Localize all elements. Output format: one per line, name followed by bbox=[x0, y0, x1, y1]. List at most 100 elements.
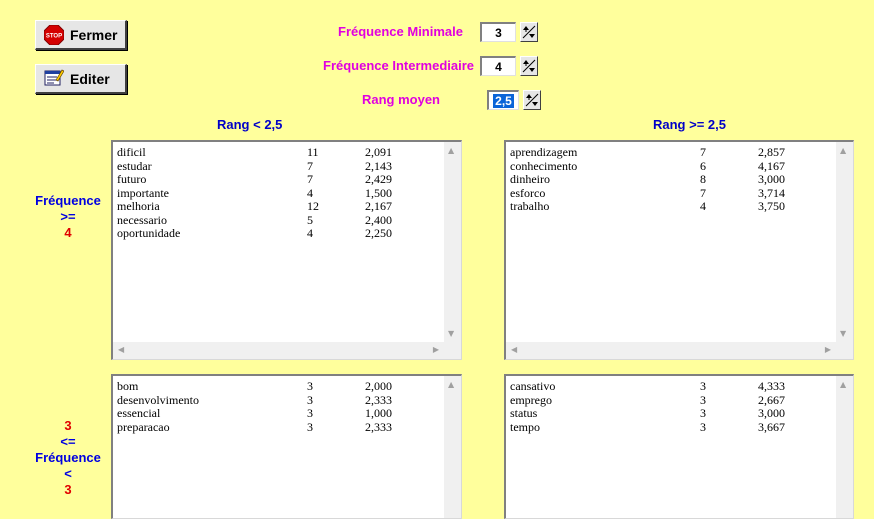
list-item[interactable]: dificil 11 2,091 bbox=[117, 145, 443, 160]
list-item-word: cansativo bbox=[510, 379, 556, 393]
mean-rank-field[interactable]: 2,5 bbox=[487, 90, 519, 110]
list-item[interactable]: emprego 3 2,667 bbox=[510, 392, 835, 408]
bottom-row-label: 3 <= Fréquence < 3 bbox=[35, 418, 101, 497]
intermediate-frequency-spinner[interactable]: 4 bbox=[480, 55, 538, 77]
stop-icon-text: STOP bbox=[46, 33, 62, 39]
list-item[interactable]: trabalho 4 3,750 bbox=[510, 199, 835, 214]
list-item[interactable]: preparacao 3 2,333 bbox=[117, 419, 443, 435]
list-item-frequency: 4 bbox=[307, 185, 313, 200]
list-item[interactable]: necessario 5 2,400 bbox=[117, 212, 443, 228]
list-item[interactable]: estudar 7 2,143 bbox=[117, 158, 443, 174]
list-item-word: importante bbox=[117, 185, 169, 200]
left-column-header: Rang < 2,5 bbox=[217, 117, 283, 132]
list-item-frequency: 3 bbox=[700, 392, 706, 407]
list-item-word: trabalho bbox=[510, 199, 550, 213]
list-bottom-right[interactable]: cansativo 3 4,333 emprego 3 2,667 status 3 3,000… bbox=[504, 374, 854, 519]
vertical-scrollbar[interactable]: ▲ ▼ bbox=[444, 142, 461, 342]
list-item-word: essencial bbox=[117, 406, 161, 420]
list-item-rank: 1,500 bbox=[365, 185, 392, 200]
list-item[interactable]: importante 4 1,500 bbox=[117, 185, 443, 201]
list-item-word: estudar bbox=[117, 158, 152, 173]
list-item[interactable]: status 3 3,000 bbox=[510, 406, 835, 421]
scroll-up-icon[interactable]: ▲ bbox=[840, 380, 846, 389]
list-item-frequency: 5 bbox=[307, 212, 313, 227]
list-item-rank: 2,333 bbox=[365, 419, 392, 434]
list-item[interactable]: bom 3 2,000 bbox=[117, 379, 443, 394]
vertical-scrollbar[interactable]: ▲ bbox=[444, 376, 461, 518]
mean-rank-spinner[interactable]: 2,5 bbox=[487, 89, 541, 111]
list-item[interactable]: melhoria 12 2,167 bbox=[117, 199, 443, 214]
scroll-left-icon[interactable]: ◀ bbox=[118, 345, 124, 354]
min-frequency-field[interactable]: 3 bbox=[480, 22, 516, 42]
list-item-frequency: 11 bbox=[307, 145, 319, 159]
min-frequency-spinner[interactable]: 3 bbox=[480, 21, 538, 43]
list-item[interactable]: desenvolvimento 3 2,333 bbox=[117, 392, 443, 408]
close-button-label: Fermer bbox=[70, 26, 118, 43]
vertical-scrollbar[interactable]: ▲ bbox=[836, 376, 853, 518]
list-item[interactable]: aprendizagem 7 2,857 bbox=[510, 145, 835, 160]
scroll-up-icon[interactable]: ▲ bbox=[448, 380, 454, 389]
spin-arrows-icon[interactable] bbox=[523, 90, 541, 110]
scroll-right-icon[interactable]: ▶ bbox=[825, 345, 831, 354]
list-item-frequency: 8 bbox=[700, 172, 706, 186]
scroll-left-icon[interactable]: ◀ bbox=[511, 345, 517, 354]
list-top-right[interactable]: aprendizagem 7 2,857 conhecimento 6 4,167 dinh… bbox=[504, 140, 854, 360]
list-item-rank: 2,250 bbox=[365, 226, 392, 240]
list-item[interactable]: essencial 3 1,000 bbox=[117, 406, 443, 421]
list-item-frequency: 3 bbox=[700, 379, 706, 393]
list-item[interactable]: dinheiro 8 3,000 bbox=[510, 172, 835, 187]
list-item[interactable]: oportunidade 4 2,250 bbox=[117, 226, 443, 241]
horizontal-scrollbar[interactable]: ◀ ▶ bbox=[113, 342, 444, 359]
list-item[interactable]: tempo 3 3,667 bbox=[510, 419, 835, 435]
list-top-left[interactable]: dificil 11 2,091 estudar 7 2,143 futuro 7 2,429 i… bbox=[111, 140, 462, 360]
list-item-word: melhoria bbox=[117, 199, 160, 213]
list-item[interactable]: cansativo 3 4,333 bbox=[510, 379, 835, 394]
scroll-up-icon[interactable]: ▲ bbox=[448, 146, 454, 155]
spin-arrows-icon[interactable] bbox=[520, 22, 538, 42]
spin-arrows-icon[interactable] bbox=[520, 56, 538, 76]
list-item-frequency: 7 bbox=[700, 145, 706, 159]
list-item-rank: 3,750 bbox=[758, 199, 785, 213]
list-item-word: dinheiro bbox=[510, 172, 550, 186]
list-item-frequency: 3 bbox=[700, 419, 706, 434]
vertical-scrollbar[interactable]: ▲ ▼ bbox=[836, 142, 853, 342]
list-item[interactable]: conhecimento 6 4,167 bbox=[510, 158, 835, 174]
scroll-up-icon[interactable]: ▲ bbox=[840, 146, 846, 155]
list-item-frequency: 7 bbox=[307, 158, 313, 173]
list-item-word: aprendizagem bbox=[510, 145, 578, 159]
list-item-rank: 2,091 bbox=[365, 145, 392, 159]
list-item-rank: 2,400 bbox=[365, 212, 392, 227]
list-item-word: oportunidade bbox=[117, 226, 181, 240]
list-item-frequency: 3 bbox=[307, 379, 313, 393]
mean-rank-label: Rang moyen bbox=[361, 92, 440, 107]
list-item-rank: 1,000 bbox=[365, 406, 392, 420]
list-item-rank: 4,333 bbox=[758, 379, 785, 393]
list-item-frequency: 3 bbox=[307, 392, 313, 407]
edit-icon bbox=[44, 68, 65, 89]
list-item-word: desenvolvimento bbox=[117, 392, 199, 407]
close-button[interactable]: STOP Fermer bbox=[35, 20, 127, 50]
list-item-word: emprego bbox=[510, 392, 552, 407]
list-item-word: tempo bbox=[510, 419, 540, 434]
scroll-down-icon[interactable]: ▼ bbox=[840, 329, 846, 338]
list-item-word: necessario bbox=[117, 212, 167, 227]
intermediate-frequency-field[interactable]: 4 bbox=[480, 56, 516, 76]
edit-button[interactable]: Editer bbox=[35, 64, 127, 94]
top-row-label: Fréquence >= 4 bbox=[35, 193, 101, 240]
scroll-right-icon[interactable]: ▶ bbox=[433, 345, 439, 354]
list-item-frequency: 3 bbox=[700, 406, 706, 420]
list-item-rank: 3,000 bbox=[758, 172, 785, 186]
list-item-frequency: 4 bbox=[700, 199, 706, 213]
scrollbar-corner bbox=[444, 342, 461, 359]
list-item[interactable]: esforco 7 3,714 bbox=[510, 185, 835, 201]
horizontal-scrollbar[interactable]: ◀ ▶ bbox=[506, 342, 836, 359]
list-item-frequency: 6 bbox=[700, 158, 706, 173]
scroll-down-icon[interactable]: ▼ bbox=[448, 329, 454, 338]
list-item-frequency: 3 bbox=[307, 419, 313, 434]
list-bottom-left[interactable]: bom 3 2,000 desenvolvimento 3 2,333 essencial 3… bbox=[111, 374, 462, 519]
list-item-rank: 2,333 bbox=[365, 392, 392, 407]
list-item[interactable]: futuro 7 2,429 bbox=[117, 172, 443, 187]
edit-button-label: Editer bbox=[70, 70, 110, 87]
list-item-frequency: 7 bbox=[700, 185, 706, 200]
list-item-frequency: 3 bbox=[307, 406, 313, 420]
